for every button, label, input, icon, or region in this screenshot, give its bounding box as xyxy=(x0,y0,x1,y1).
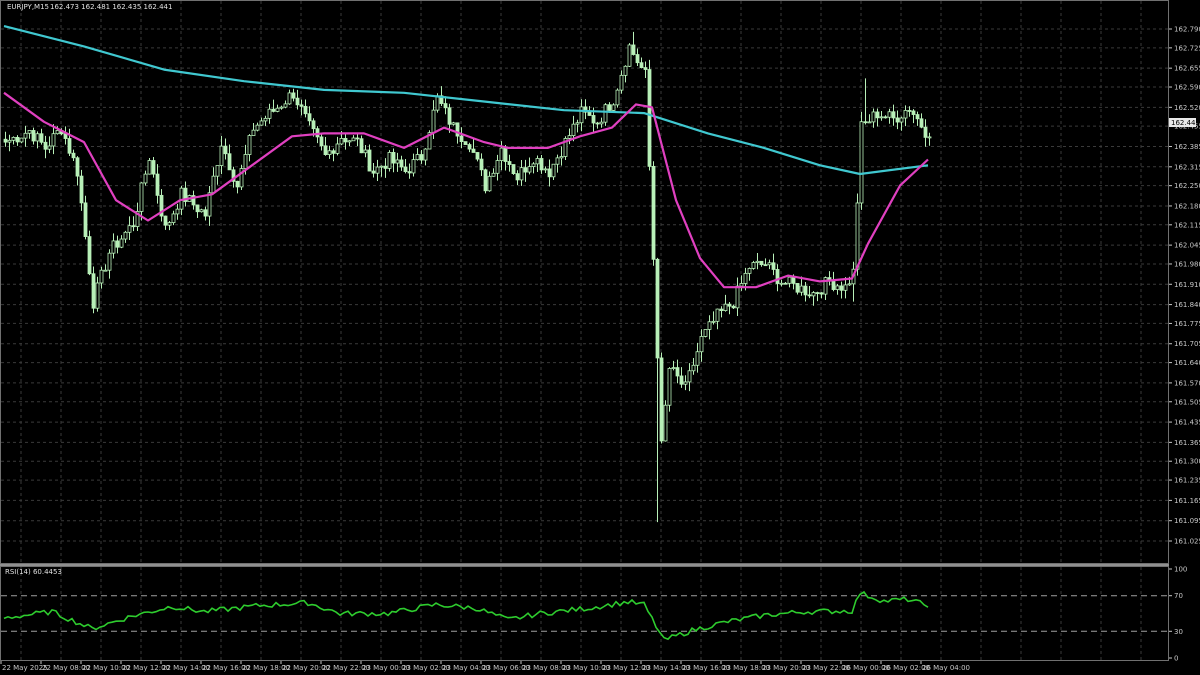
candle[interactable] xyxy=(387,150,392,172)
price-tick-label: 162.180 xyxy=(1174,202,1200,210)
candle[interactable] xyxy=(703,329,708,338)
price-tick-label: 162.250 xyxy=(1174,182,1200,190)
rsi-tick-label: 0 xyxy=(1174,655,1178,663)
candle[interactable] xyxy=(87,230,92,276)
price-tick-label: 162.520 xyxy=(1174,104,1200,112)
current-price-label: 162.441 xyxy=(1171,119,1200,127)
candle[interactable] xyxy=(627,43,632,67)
price-tick-label: 161.435 xyxy=(1174,419,1200,427)
candle[interactable] xyxy=(651,161,656,266)
price-tick-label: 161.235 xyxy=(1174,477,1200,485)
price-tick-label: 161.505 xyxy=(1174,398,1200,406)
price-tick-label: 161.910 xyxy=(1174,281,1200,289)
chart-background xyxy=(0,0,1200,675)
rsi-tick-label: 30 xyxy=(1174,628,1183,636)
price-tick-label: 162.790 xyxy=(1174,26,1200,34)
candle[interactable] xyxy=(751,260,756,270)
price-tick-label: 161.640 xyxy=(1174,359,1200,367)
time-tick-label: 22 May 2025 xyxy=(2,664,48,672)
candle[interactable] xyxy=(147,158,152,175)
rsi-tick-label: 70 xyxy=(1174,592,1183,600)
rsi-tick-label: 100 xyxy=(1174,566,1187,574)
ohlc-label: 162.473 162.481 162.435 162.441 xyxy=(50,3,172,11)
candle[interactable] xyxy=(663,400,668,442)
price-tick-label: 161.570 xyxy=(1174,379,1200,387)
candle[interactable] xyxy=(603,103,608,126)
time-tick-label: 26 May 04:00 xyxy=(922,664,970,672)
price-tick-label: 161.705 xyxy=(1174,340,1200,348)
candle[interactable] xyxy=(463,141,468,145)
price-tick-label: 162.655 xyxy=(1174,65,1200,73)
candle[interactable] xyxy=(511,164,516,175)
price-tick-label: 161.365 xyxy=(1174,439,1200,447)
price-tick-label: 162.315 xyxy=(1174,163,1200,171)
price-tick-label: 162.045 xyxy=(1174,242,1200,250)
current-price-marker: 162.441 xyxy=(1169,118,1200,127)
price-tick-label: 162.115 xyxy=(1174,221,1200,229)
candle[interactable] xyxy=(91,266,96,314)
price-tick-label: 162.590 xyxy=(1174,84,1200,92)
price-tick-label: 162.385 xyxy=(1174,143,1200,151)
price-tick-label: 161.025 xyxy=(1174,538,1200,546)
rsi-label: RSI(14) 60.4453 xyxy=(5,568,62,576)
price-tick-label: 161.300 xyxy=(1174,458,1200,466)
candle[interactable] xyxy=(659,352,664,444)
price-tick-label: 161.095 xyxy=(1174,517,1200,525)
trading-chart[interactable]: 162.790 162.725 162.655 162.590 162.520 162.4… xyxy=(0,0,1200,675)
candle[interactable] xyxy=(611,103,616,112)
price-tick-label: 161.840 xyxy=(1174,301,1200,309)
candle[interactable] xyxy=(859,111,864,210)
price-tick-label: 162.725 xyxy=(1174,44,1200,52)
candle[interactable] xyxy=(667,367,672,412)
candle[interactable] xyxy=(563,136,568,161)
candle[interactable] xyxy=(239,164,244,190)
candle[interactable] xyxy=(615,88,620,108)
symbol-label: EURJPY,M15 xyxy=(7,3,49,11)
candle[interactable] xyxy=(427,130,432,150)
price-tick-label: 161.775 xyxy=(1174,320,1200,328)
price-tick-label: 161.980 xyxy=(1174,260,1200,268)
price-tick-label: 161.165 xyxy=(1174,497,1200,505)
candle[interactable] xyxy=(483,168,488,194)
